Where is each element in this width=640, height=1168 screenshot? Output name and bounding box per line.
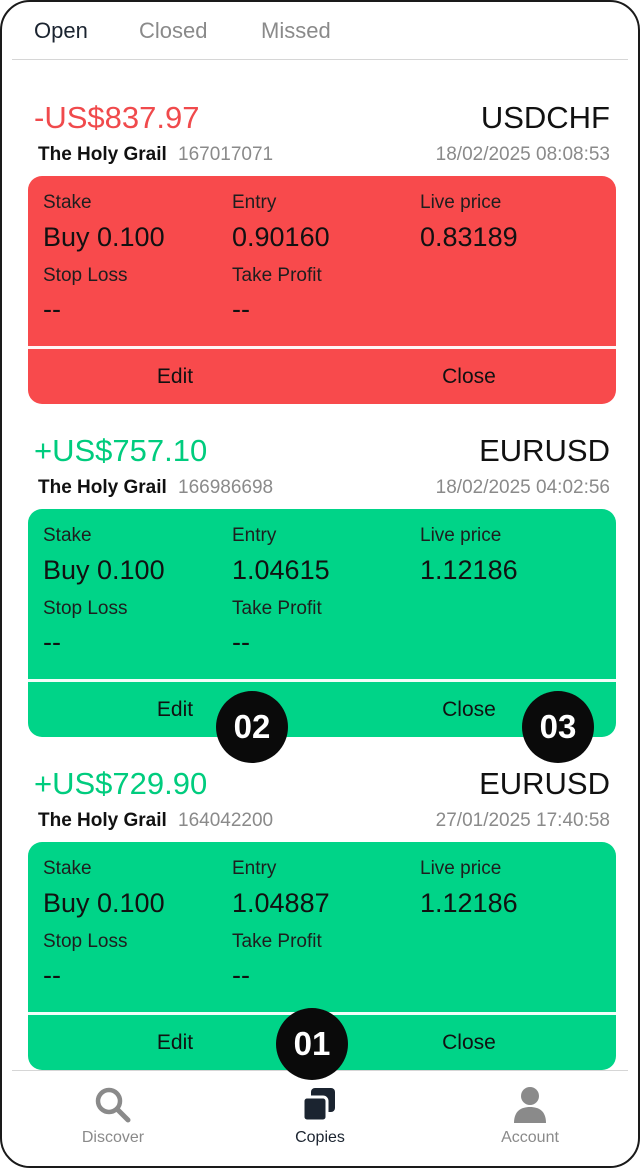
search-icon — [95, 1087, 131, 1123]
strategy-name: The Holy Grail — [38, 810, 167, 831]
take-profit-value: -- — [232, 960, 250, 990]
stop-loss-value: -- — [43, 960, 61, 990]
entry-value: 1.04615 — [232, 555, 330, 585]
take-profit-value: -- — [232, 294, 250, 324]
close-button[interactable]: Close — [322, 349, 616, 404]
live-price-value: 1.12186 — [420, 555, 518, 585]
trade-details-panel: Stake Buy 0.100 Entry 0.90160 Live price… — [28, 176, 616, 404]
stop-loss-value: -- — [43, 627, 61, 657]
tab-missed[interactable]: Missed — [261, 18, 331, 44]
profit-loss-value: +US$757.10 — [34, 433, 208, 468]
trade-datetime: 18/02/2025 04:02:56 — [435, 477, 610, 498]
trade-datetime: 27/01/2025 17:40:58 — [435, 810, 610, 831]
person-icon — [514, 1087, 546, 1123]
copies-icon — [301, 1088, 335, 1123]
bottom-navigation: Discover Copies Account — [12, 1070, 630, 1166]
stake-label: Stake — [43, 192, 92, 213]
stop-loss-value: -- — [43, 294, 61, 324]
live-price-value: 1.12186 — [420, 888, 518, 918]
trade-id: 164042200 — [178, 810, 274, 831]
callout-marker-03: 03 — [522, 691, 594, 763]
instrument-symbol: EURUSD — [479, 766, 610, 801]
instrument-symbol: USDCHF — [480, 100, 610, 135]
stop-loss-label: Stop Loss — [43, 931, 128, 952]
trade-details-panel: Stake Buy 0.100 Entry 1.04615 Live price… — [28, 509, 616, 737]
stake-label: Stake — [43, 858, 92, 879]
entry-label: Entry — [232, 192, 277, 213]
close-button[interactable]: Close — [322, 1015, 616, 1070]
edit-button[interactable]: Edit — [28, 349, 322, 404]
trade-id: 166986698 — [178, 477, 274, 498]
take-profit-label: Take Profit — [232, 265, 322, 286]
profit-loss-value: -US$837.97 — [34, 100, 200, 135]
entry-value: 1.04887 — [232, 888, 330, 918]
trade-datetime: 18/02/2025 08:08:53 — [435, 144, 610, 165]
stop-loss-label: Stop Loss — [43, 598, 128, 619]
callout-marker-02: 02 — [216, 691, 288, 763]
live-price-value: 0.83189 — [420, 222, 518, 252]
entry-label: Entry — [232, 525, 277, 546]
entry-value: 0.90160 — [232, 222, 330, 252]
tab-closed[interactable]: Closed — [139, 18, 207, 44]
strategy-name: The Holy Grail — [38, 477, 167, 498]
strategy-name: The Holy Grail — [38, 144, 167, 165]
stake-value: Buy 0.100 — [43, 222, 165, 252]
app-screen: Open Closed Missed -US$837.97 USDCHF The… — [0, 0, 640, 1168]
nav-discover[interactable]: Discover — [13, 1071, 213, 1166]
callout-marker-01: 01 — [276, 1008, 348, 1080]
live-price-label: Live price — [420, 192, 502, 213]
tab-open[interactable]: Open — [34, 18, 88, 44]
nav-copies[interactable]: Copies — [220, 1071, 420, 1166]
stake-value: Buy 0.100 — [43, 555, 165, 585]
trade-card: -US$837.97 USDCHF The Holy Grail 1670170… — [2, 92, 638, 425]
nav-label: Discover — [81, 1129, 145, 1146]
stop-loss-label: Stop Loss — [43, 265, 128, 286]
take-profit-label: Take Profit — [232, 598, 322, 619]
entry-label: Entry — [232, 858, 277, 879]
instrument-symbol: EURUSD — [479, 433, 610, 468]
nav-account[interactable]: Account — [430, 1071, 630, 1166]
take-profit-label: Take Profit — [232, 931, 322, 952]
stake-value: Buy 0.100 — [43, 888, 165, 918]
trade-id: 167017071 — [178, 144, 274, 165]
profit-loss-value: +US$729.90 — [34, 766, 208, 801]
live-price-label: Live price — [420, 525, 502, 546]
nav-label: Copies — [295, 1129, 345, 1146]
stake-label: Stake — [43, 525, 92, 546]
trade-status-tabs: Open Closed Missed — [12, 2, 628, 60]
live-price-label: Live price — [420, 858, 502, 879]
take-profit-value: -- — [232, 627, 250, 657]
nav-label: Account — [501, 1129, 559, 1146]
